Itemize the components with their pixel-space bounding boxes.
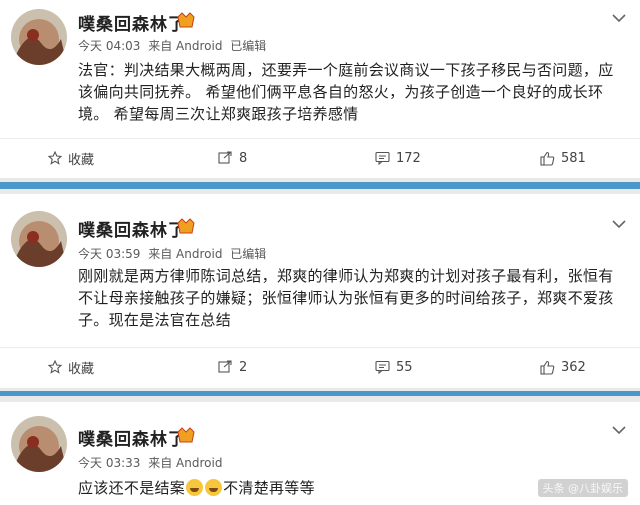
vip-badge-icon <box>176 11 196 29</box>
watermark: 头条 @八卦娱乐 <box>537 479 628 497</box>
favorite-button[interactable]: 收藏 <box>48 139 94 177</box>
like-count: 362 <box>561 359 586 375</box>
repost-count: 8 <box>239 150 248 166</box>
favorite-button[interactable]: 收藏 <box>48 348 94 386</box>
star-icon <box>48 360 62 374</box>
thumbs-up-icon <box>540 360 555 375</box>
username[interactable]: 噗桑回森林了 <box>78 425 186 450</box>
comment-count: 55 <box>396 359 413 375</box>
vip-badge-icon <box>176 426 196 444</box>
post-meta: 今天 03:59 来自 Android 已编辑 <box>78 245 270 262</box>
thumbs-up-icon <box>540 151 555 166</box>
post-meta: 今天 03:33 来自 Android <box>78 454 226 471</box>
post-3: 噗桑回森林了 今天 03:33 来自 Android 应该还不是结案 不清楚再等等… <box>0 402 640 505</box>
section-divider <box>0 178 640 194</box>
username[interactable]: 噗桑回森林了 <box>78 216 186 241</box>
repost-count: 2 <box>239 359 248 375</box>
like-count: 581 <box>561 150 586 166</box>
chevron-down-icon[interactable] <box>612 214 626 229</box>
post-time: 今天 03:59 <box>78 247 141 261</box>
comment-button[interactable]: 55 <box>375 348 413 386</box>
post-text-before: 应该还不是结案 <box>78 479 186 497</box>
like-button[interactable]: 581 <box>540 139 586 177</box>
comment-icon <box>375 151 390 165</box>
post-source: 来自 Android <box>148 39 223 53</box>
section-divider <box>0 388 640 402</box>
post-meta: 今天 04:03 来自 Android 已编辑 <box>78 37 270 54</box>
edited-label[interactable]: 已编辑 <box>230 247 266 261</box>
repost-button[interactable]: 8 <box>218 139 247 177</box>
favorite-label: 收藏 <box>68 361 95 377</box>
action-bar: 收藏 8 172 581 <box>0 138 640 177</box>
post-text: 刚刚就是两方律师陈词总结，郑爽的律师认为郑爽的计划对孩子最有利，张恒有不让母亲接… <box>78 267 614 329</box>
favorite-label: 收藏 <box>68 152 95 168</box>
like-button[interactable]: 362 <box>540 348 586 386</box>
avatar[interactable] <box>11 9 67 65</box>
chevron-down-icon[interactable] <box>612 420 626 435</box>
edited-label[interactable]: 已编辑 <box>230 39 266 53</box>
post-2: 噗桑回森林了 今天 03:59 来自 Android 已编辑 刚刚就是两方律师陈… <box>0 194 640 390</box>
vip-badge-icon <box>176 217 196 235</box>
comment-icon <box>375 360 390 374</box>
action-bar: 收藏 2 55 362 <box>0 347 640 386</box>
post-source: 来自 Android <box>148 247 223 261</box>
repost-icon <box>218 151 232 164</box>
post-text: 法官：判决结果大概两周，还要弄一个庭前会议商议一下孩子移民与否问题，应该偏向共同… <box>78 61 614 123</box>
chevron-down-icon[interactable] <box>612 8 626 23</box>
repost-button[interactable]: 2 <box>218 348 247 386</box>
avatar[interactable] <box>11 211 67 267</box>
post-source: 来自 Android <box>148 456 223 470</box>
comment-button[interactable]: 172 <box>375 139 421 177</box>
divider-bar <box>0 182 640 189</box>
divider-bar <box>0 391 640 396</box>
username[interactable]: 噗桑回森林了 <box>78 10 186 35</box>
avatar[interactable] <box>11 416 67 472</box>
post-time: 今天 03:33 <box>78 456 141 470</box>
laughing-crying-emoji-icon <box>205 479 223 496</box>
repost-icon <box>218 360 232 373</box>
laughing-crying-emoji-icon <box>186 479 204 496</box>
post-time: 今天 04:03 <box>78 39 141 53</box>
star-icon <box>48 151 62 165</box>
post-1: 噗桑回森林了 今天 04:03 来自 Android 已编辑 法官：判决结果大概… <box>0 0 640 182</box>
post-text-after: 不清楚再等等 <box>223 479 315 497</box>
comment-count: 172 <box>396 150 421 166</box>
